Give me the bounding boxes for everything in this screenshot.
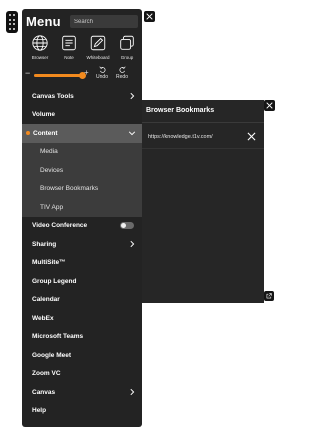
chevron-right-icon — [130, 92, 135, 100]
menu-item-label: Calendar — [32, 296, 60, 304]
whiteboard-tool-label: Whiteboard — [86, 55, 110, 60]
menu-item-calendar[interactable]: Calendar — [22, 291, 142, 310]
menu-item-label: Volume — [32, 111, 55, 119]
submenu-item-media[interactable]: Media — [22, 143, 142, 162]
menu-item-multisite[interactable]: MultiSite™ — [22, 254, 142, 273]
menu-item-label: Video Conference — [32, 222, 88, 230]
remove-bookmark-icon[interactable] — [247, 132, 256, 141]
menu-item-google-meet[interactable]: Google Meet — [22, 346, 142, 365]
group-icon — [120, 35, 134, 50]
menu-item-video-conference[interactable]: Video Conference — [22, 217, 142, 236]
chevron-down-icon — [128, 131, 136, 136]
submenu-item-devices[interactable]: Devices — [22, 161, 142, 180]
main-menu: Menu Browser Note Whiteboard — [22, 9, 142, 427]
bookmarks-panel: Browser Bookmarks https://knowledge.t1v.… — [142, 100, 264, 303]
bookmarks-close-button[interactable] — [264, 100, 275, 111]
search-input[interactable] — [70, 15, 138, 28]
chevron-right-icon — [130, 240, 135, 248]
menu-item-label: MultiSite™ — [32, 259, 66, 267]
video-conference-toggle[interactable] — [120, 221, 134, 229]
undo-button[interactable]: Undo — [94, 66, 110, 80]
menu-item-sharing[interactable]: Sharing — [22, 235, 142, 254]
menu-item-label: Content — [33, 129, 58, 137]
note-icon — [62, 35, 76, 51]
zoom-slider-fill — [34, 74, 82, 77]
menu-item-label: Canvas — [32, 388, 56, 396]
menu-header: Menu — [22, 9, 142, 33]
menu-item-microsoft-teams[interactable]: Microsoft Teams — [22, 328, 142, 347]
active-indicator — [26, 131, 30, 136]
bookmark-item[interactable]: https://knowledge.t1v.com/ — [142, 129, 264, 145]
menu-item-label: Help — [32, 407, 47, 415]
open-external-button[interactable] — [264, 291, 274, 301]
menu-item-label: Zoom VC — [32, 370, 61, 378]
menu-item-label: Sharing — [32, 240, 57, 248]
bookmark-url[interactable]: https://knowledge.t1v.com/ — [148, 134, 213, 140]
zoom-plus-icon[interactable]: + — [84, 68, 89, 77]
submenu-item-tiv-app[interactable]: TIV App — [22, 198, 142, 217]
divider — [142, 122, 264, 123]
menu-item-label: Canvas Tools — [32, 92, 74, 100]
browser-tool-button[interactable]: Browser — [26, 33, 54, 65]
note-tool-button[interactable]: Note — [55, 33, 83, 65]
menu-item-content[interactable]: Content — [22, 124, 142, 143]
note-tool-label: Note — [64, 55, 74, 60]
divider — [142, 148, 264, 149]
menu-item-group-legend[interactable]: Group Legend — [22, 272, 142, 291]
menu-title: Menu — [26, 14, 61, 29]
globe-icon — [32, 35, 48, 51]
menu-item-zoom-vc[interactable]: Zoom VC — [22, 365, 142, 384]
menu-item-label: Google Meet — [32, 351, 72, 359]
menu-item-label: Group Legend — [32, 277, 77, 285]
toggle-knob — [121, 222, 126, 228]
zoom-slider[interactable] — [34, 72, 86, 79]
menu-close-button[interactable] — [144, 11, 155, 22]
bookmarks-title: Browser Bookmarks — [146, 107, 215, 114]
close-icon — [266, 102, 273, 109]
redo-button[interactable]: Redo — [114, 66, 130, 80]
group-tool-button[interactable]: Group — [113, 33, 141, 65]
chevron-right-icon — [130, 388, 135, 396]
undo-icon — [98, 66, 105, 73]
drag-handle[interactable] — [6, 11, 18, 33]
menu-item-volume[interactable]: Volume — [22, 106, 142, 125]
browser-tool-label: Browser — [31, 55, 49, 60]
menu-item-label: WebEx — [32, 314, 54, 322]
menu-item-canvas[interactable]: Canvas — [22, 383, 142, 402]
tool-row: Browser Note Whiteboard Group — [22, 33, 142, 65]
menu-item-label: Microsoft Teams — [32, 333, 84, 341]
menu-item-canvas-tools[interactable]: Canvas Tools — [22, 87, 142, 106]
redo-label: Redo — [116, 74, 128, 80]
submenu-item-browser-bookmarks[interactable]: Browser Bookmarks — [22, 180, 142, 199]
zoom-row: − + Undo Redo — [22, 65, 142, 87]
menu-item-help[interactable]: Help — [22, 402, 142, 421]
undo-label: Undo — [96, 74, 108, 80]
group-tool-label: Group — [120, 55, 134, 60]
open-external-icon — [266, 293, 272, 299]
zoom-minus-icon[interactable]: − — [25, 68, 30, 78]
whiteboard-icon — [90, 35, 106, 51]
content-submenu: Media Devices Browser Bookmarks TIV App — [22, 142, 142, 217]
close-icon — [146, 13, 153, 20]
whiteboard-tool-button[interactable]: Whiteboard — [84, 33, 112, 65]
menu-item-webex[interactable]: WebEx — [22, 309, 142, 328]
redo-icon — [119, 66, 126, 73]
